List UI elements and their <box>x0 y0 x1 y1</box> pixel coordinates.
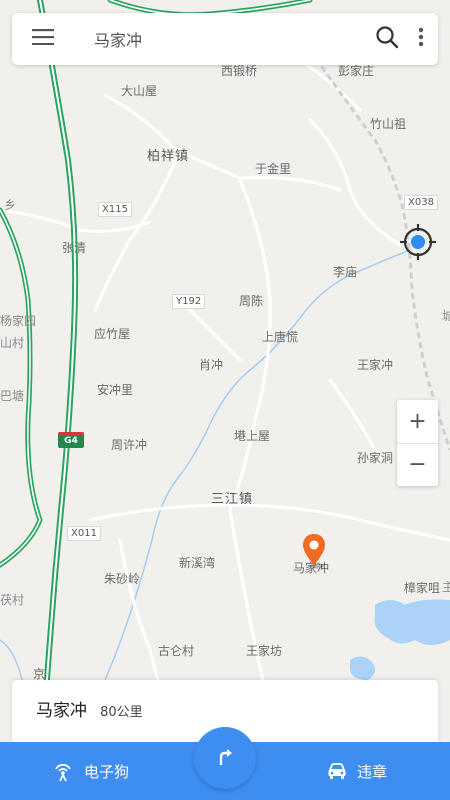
place-label: 西锻桥 <box>221 64 258 78</box>
place-label: 主 <box>442 580 450 594</box>
place-label: 竹山祖 <box>370 117 407 131</box>
highway-shield: G4 <box>58 432 84 448</box>
place-label: 茯村 <box>0 593 25 607</box>
search-bar[interactable]: 马家冲 <box>12 13 438 65</box>
search-button[interactable] <box>370 13 404 65</box>
navigate-button[interactable] <box>194 727 256 789</box>
electronic-dog-label: 电子狗 <box>84 762 130 781</box>
place-label: 古仑村 <box>158 644 195 658</box>
place-label: 城 <box>442 309 450 323</box>
place-label: 朱砂岭 <box>104 572 141 586</box>
search-icon <box>375 25 399 53</box>
car-icon <box>327 762 347 780</box>
place-label: 柏祥镇 <box>147 149 190 164</box>
place-label: 乡 <box>4 198 17 212</box>
search-query[interactable]: 马家冲 <box>74 27 370 51</box>
electronic-dog-button[interactable]: 电子狗 <box>52 742 129 800</box>
place-label: 彭家庄 <box>338 64 375 78</box>
zoom-out-button[interactable]: − <box>397 443 438 486</box>
place-label: 周许冲 <box>111 438 148 452</box>
place-label: 于金里 <box>255 162 292 176</box>
more-vertical-icon <box>418 27 424 51</box>
violation-button[interactable]: 违章 <box>327 742 387 800</box>
place-label: 塂上屋 <box>234 429 271 443</box>
place-label: 京 <box>33 667 46 681</box>
place-label: 山村 <box>0 336 25 350</box>
place-label: 三江镇 <box>211 492 254 507</box>
radar-signal-icon <box>52 760 74 782</box>
place-label: 大山屋 <box>121 84 158 98</box>
road-number-tag: X011 <box>67 526 101 541</box>
road-number-tag: Y192 <box>172 294 206 309</box>
place-label: 樟家咀 <box>404 581 441 595</box>
location-pin-icon[interactable] <box>301 533 327 569</box>
place-label: 李庙 <box>333 265 358 279</box>
road-number-tag: X115 <box>98 202 132 217</box>
place-label: 王家冲 <box>357 358 394 372</box>
place-label: 杨家园 <box>0 314 37 328</box>
zoom-in-button[interactable]: + <box>397 400 438 443</box>
road-number-tag: X038 <box>404 195 438 210</box>
crosshair-location-icon <box>399 223 437 265</box>
place-label: 安冲里 <box>97 383 134 397</box>
place-label: 张清 <box>62 241 87 255</box>
place-label: 新溪湾 <box>179 556 216 570</box>
my-location-button[interactable] <box>399 223 437 265</box>
more-options-button[interactable] <box>404 13 438 65</box>
place-label: 孙家洞 <box>357 451 394 465</box>
result-distance: 80公里 <box>100 705 143 720</box>
place-label: 肖冲 <box>199 358 224 372</box>
place-label: 周陈 <box>239 294 264 308</box>
menu-button[interactable] <box>12 13 74 65</box>
place-label: 应竹屋 <box>94 327 131 341</box>
violation-label: 违章 <box>357 762 388 781</box>
zoom-controls: + − <box>397 400 438 486</box>
place-label: 巴塘 <box>0 389 25 403</box>
result-place-name: 马家冲 <box>36 701 87 721</box>
route-turn-icon <box>214 745 236 771</box>
place-label: 上唐慌 <box>262 330 299 344</box>
hamburger-menu-icon <box>32 29 54 49</box>
place-label: 王家坊 <box>246 644 283 658</box>
